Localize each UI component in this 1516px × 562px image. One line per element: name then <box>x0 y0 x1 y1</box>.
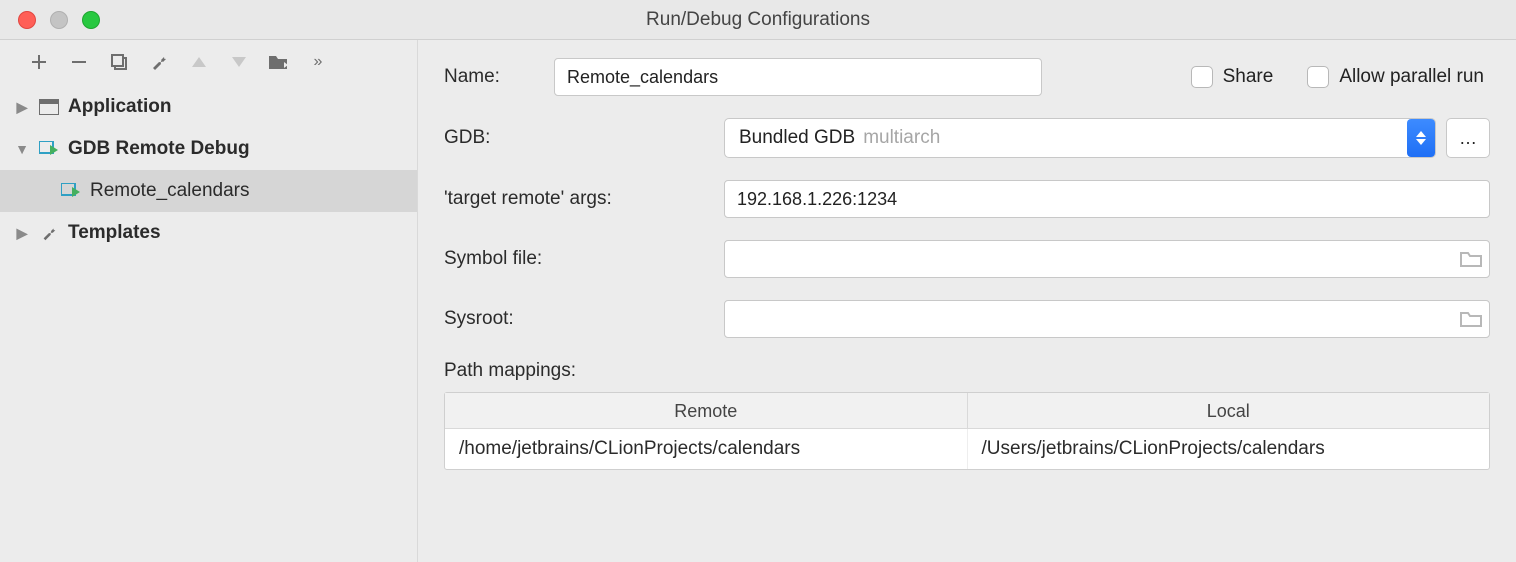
wrench-icon[interactable] <box>148 51 170 73</box>
share-checkbox[interactable]: Share <box>1191 66 1274 88</box>
folder-move-icon[interactable] <box>268 51 290 73</box>
sysroot-label: Sysroot: <box>444 308 724 330</box>
table-row[interactable]: /home/jetbrains/CLionProjects/calendars … <box>445 429 1489 469</box>
chevron-right-icon: ▶ <box>14 225 30 242</box>
table-header: Remote Local <box>445 393 1489 429</box>
gdb-selected-value: Bundled GDB <box>739 127 855 149</box>
parallel-run-checkbox[interactable]: Allow parallel run <box>1307 66 1484 88</box>
cell-local: /Users/jetbrains/CLionProjects/calendars <box>968 429 1490 469</box>
tree-group-templates[interactable]: ▶ Templates <box>0 212 417 254</box>
name-input[interactable] <box>554 58 1042 96</box>
row-sysroot: Sysroot: <box>444 300 1490 338</box>
name-label: Name: <box>444 66 554 88</box>
move-down-icon <box>228 51 250 73</box>
copy-icon[interactable] <box>108 51 130 73</box>
row-symbol-file: Symbol file: <box>444 240 1490 278</box>
symbol-file-label: Symbol file: <box>444 248 724 270</box>
gdb-label: GDB: <box>444 127 724 149</box>
row-name: Name: Share Allow parallel run <box>444 58 1490 96</box>
share-label: Share <box>1223 66 1274 88</box>
chevron-down-icon: ▼ <box>14 141 30 157</box>
checkbox-icon <box>1191 66 1213 88</box>
sidebar-toolbar: » <box>0 40 417 84</box>
gdb-select[interactable]: Bundled GDB multiarch <box>724 118 1436 158</box>
folder-icon[interactable] <box>1460 250 1482 268</box>
minimize-window-icon[interactable] <box>50 11 68 29</box>
col-local: Local <box>968 393 1490 428</box>
target-args-label: 'target remote' args: <box>444 188 724 210</box>
close-window-icon[interactable] <box>18 11 36 29</box>
tree-label: Application <box>68 96 171 118</box>
symbol-file-input[interactable] <box>724 240 1490 278</box>
wrench-icon <box>38 222 60 244</box>
tree-group-application[interactable]: ▶ Application <box>0 86 417 128</box>
path-mappings-label: Path mappings: <box>444 360 1490 382</box>
parallel-label: Allow parallel run <box>1339 66 1484 88</box>
sidebar: » ▶ Application ▼ GDB Remote Debug <box>0 40 418 562</box>
gdb-browse-button[interactable]: … <box>1446 118 1490 158</box>
move-up-icon <box>188 51 210 73</box>
gdb-hint: multiarch <box>863 127 940 149</box>
folder-icon[interactable] <box>1460 310 1482 328</box>
tree-label: GDB Remote Debug <box>68 138 250 160</box>
application-icon <box>38 96 60 118</box>
main-area: » ▶ Application ▼ GDB Remote Debug <box>0 40 1516 562</box>
window-title: Run/Debug Configurations <box>0 9 1516 31</box>
options-checks: Share Allow parallel run <box>1191 66 1490 88</box>
target-args-input[interactable] <box>724 180 1490 218</box>
tree-group-gdb[interactable]: ▼ GDB Remote Debug <box>0 128 417 170</box>
cell-remote: /home/jetbrains/CLionProjects/calendars <box>445 429 968 469</box>
titlebar: Run/Debug Configurations <box>0 0 1516 40</box>
gdb-debug-icon <box>60 180 82 202</box>
gdb-debug-icon <box>38 138 60 160</box>
row-target-args: 'target remote' args: <box>444 180 1490 218</box>
row-gdb: GDB: Bundled GDB multiarch … <box>444 118 1490 158</box>
tree-config-remote-calendars[interactable]: Remote_calendars <box>0 170 417 212</box>
add-icon[interactable] <box>28 51 50 73</box>
remove-icon[interactable] <box>68 51 90 73</box>
col-remote: Remote <box>445 393 968 428</box>
sysroot-input[interactable] <box>724 300 1490 338</box>
tree-label: Templates <box>68 222 161 244</box>
config-tree: ▶ Application ▼ GDB Remote Debug Remote_… <box>0 84 417 254</box>
more-icon[interactable]: » <box>308 51 330 73</box>
tree-label: Remote_calendars <box>90 180 249 202</box>
form-panel: Name: Share Allow parallel run GDB: Bund… <box>418 40 1516 562</box>
chevron-right-icon: ▶ <box>14 99 30 116</box>
select-stepper-icon <box>1407 119 1435 157</box>
path-mappings-table[interactable]: Remote Local /home/jetbrains/CLionProjec… <box>444 392 1490 470</box>
fullscreen-window-icon[interactable] <box>82 11 100 29</box>
window-controls <box>0 11 100 29</box>
checkbox-icon <box>1307 66 1329 88</box>
